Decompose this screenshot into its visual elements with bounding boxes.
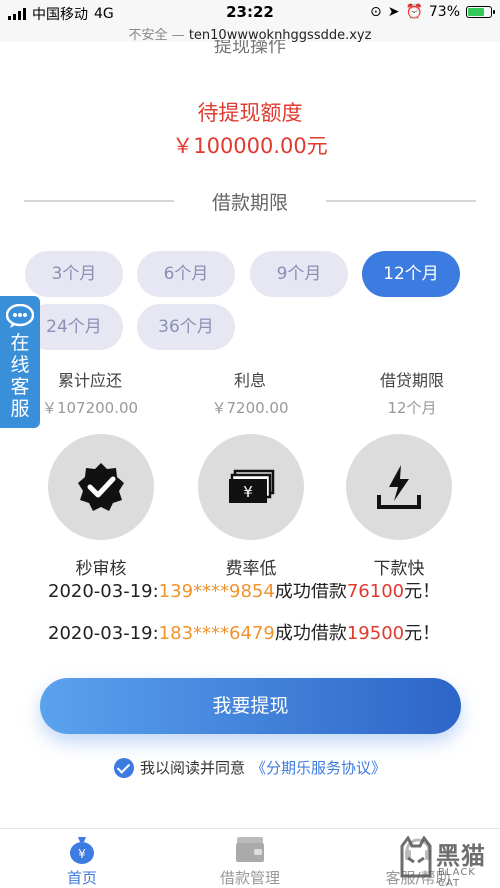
battery-icon bbox=[466, 6, 495, 18]
lightning-download-icon bbox=[377, 465, 421, 509]
tab-label: 首页 bbox=[66, 869, 97, 887]
chat-bubble-icon bbox=[6, 304, 34, 328]
agreement-text: 我以阅读并同意 bbox=[139, 759, 245, 777]
agreement-row: 我以阅读并同意 《分期乐服务协议》 bbox=[0, 757, 500, 778]
agreement-checkbox[interactable] bbox=[113, 757, 134, 778]
tab-home[interactable]: ¥ 首页 bbox=[22, 833, 142, 888]
agreement-link[interactable]: 《分期乐服务协议》 bbox=[251, 757, 386, 778]
ticker-row: 2020-03-19:183****6479成功借款19500元！ bbox=[48, 619, 440, 645]
term-option-3[interactable]: 3个月 bbox=[25, 251, 123, 297]
status-bar: 中国移动 4G 23:22 ⊙ ➤ ⏰ 73% bbox=[0, 0, 500, 24]
ticker-unit: 元！ bbox=[404, 623, 441, 644]
ticker-phone: 139****9854 bbox=[158, 583, 275, 602]
svg-text:¥: ¥ bbox=[78, 847, 86, 861]
ticker-text: 成功借款 bbox=[274, 623, 347, 644]
withdraw-amount-label: 待提现额度 bbox=[197, 101, 303, 125]
svg-text:¥: ¥ bbox=[243, 483, 253, 501]
rotation-lock-icon: ⊙ bbox=[369, 4, 382, 20]
summary-interest: 利息 ￥7200.00 bbox=[180, 367, 320, 418]
summary-label: 借贷期限 bbox=[379, 371, 444, 390]
tab-label: 借款管理 bbox=[219, 869, 280, 887]
black-cat-watermark: 黑猫 BLACK CAT bbox=[398, 834, 494, 888]
loan-ticker: 2020-03-19:139****9854成功借款76100元！ 2020-0… bbox=[0, 583, 500, 645]
verified-badge-icon bbox=[78, 463, 124, 511]
loan-summary: 累计应还 ￥107200.00 利息 ￥7200.00 借贷期限 12个月 bbox=[0, 367, 500, 417]
cat-logo-icon bbox=[400, 836, 432, 878]
battery-percent: 73% bbox=[428, 4, 460, 20]
feature-quick-payout: 下款快 bbox=[346, 434, 452, 579]
section-title-withdraw: 提现操作 bbox=[214, 40, 286, 57]
summary-value: ￥7200.00 bbox=[211, 399, 289, 417]
feature-fast-review: 秒审核 bbox=[48, 434, 154, 579]
term-option-12[interactable]: 12个月 bbox=[362, 251, 460, 297]
ticker-date: 2020-03-19: bbox=[48, 583, 159, 602]
watermark-en: BLACK CAT bbox=[438, 867, 476, 888]
ticker-phone: 183****6479 bbox=[158, 623, 275, 644]
ticker-unit: 元！ bbox=[404, 583, 441, 602]
ticker-amount: 76100 bbox=[346, 583, 405, 602]
summary-label: 累计应还 bbox=[57, 371, 122, 390]
withdraw-button[interactable]: 我要提现 bbox=[40, 678, 461, 734]
summary-total: 累计应还 ￥107200.00 bbox=[20, 367, 160, 418]
tab-loan-management[interactable]: 借款管理 bbox=[190, 833, 310, 888]
money-bag-icon: ¥ bbox=[70, 837, 94, 864]
loan-term-title: 借款期限 bbox=[211, 192, 288, 214]
feature-low-rate: ¥ 费率低 bbox=[198, 434, 304, 579]
summary-label: 利息 bbox=[233, 371, 266, 390]
term-option-6[interactable]: 6个月 bbox=[137, 251, 235, 297]
ticker-amount: 19500 bbox=[346, 623, 405, 644]
loan-term-header: 借款期限 bbox=[0, 186, 500, 216]
watermark-cn: 黑猫 bbox=[436, 842, 486, 870]
money-stack-icon: ¥ bbox=[229, 469, 275, 503]
summary-value: 12个月 bbox=[387, 399, 437, 417]
term-option-36[interactable]: 36个月 bbox=[137, 304, 235, 350]
ticker-date: 2020-03-19: bbox=[48, 623, 159, 644]
alarm-icon: ⏰ bbox=[405, 4, 423, 20]
feature-label: 秒审核 bbox=[75, 559, 127, 579]
withdraw-amount-value: ￥100000.00元 bbox=[172, 134, 328, 158]
ticker-text: 成功借款 bbox=[274, 583, 347, 602]
term-option-9[interactable]: 9个月 bbox=[250, 251, 348, 297]
wallet-icon bbox=[236, 837, 264, 862]
summary-value: ￥107200.00 bbox=[41, 399, 139, 417]
summary-term: 借贷期限 12个月 bbox=[342, 367, 482, 418]
battery-fill bbox=[468, 8, 485, 16]
ticker-row: 2020-03-19:139****9854成功借款76100元！ bbox=[48, 583, 440, 603]
feature-label: 下款快 bbox=[373, 559, 425, 579]
feature-label: 费率低 bbox=[225, 559, 277, 579]
location-icon: ➤ bbox=[387, 4, 400, 20]
